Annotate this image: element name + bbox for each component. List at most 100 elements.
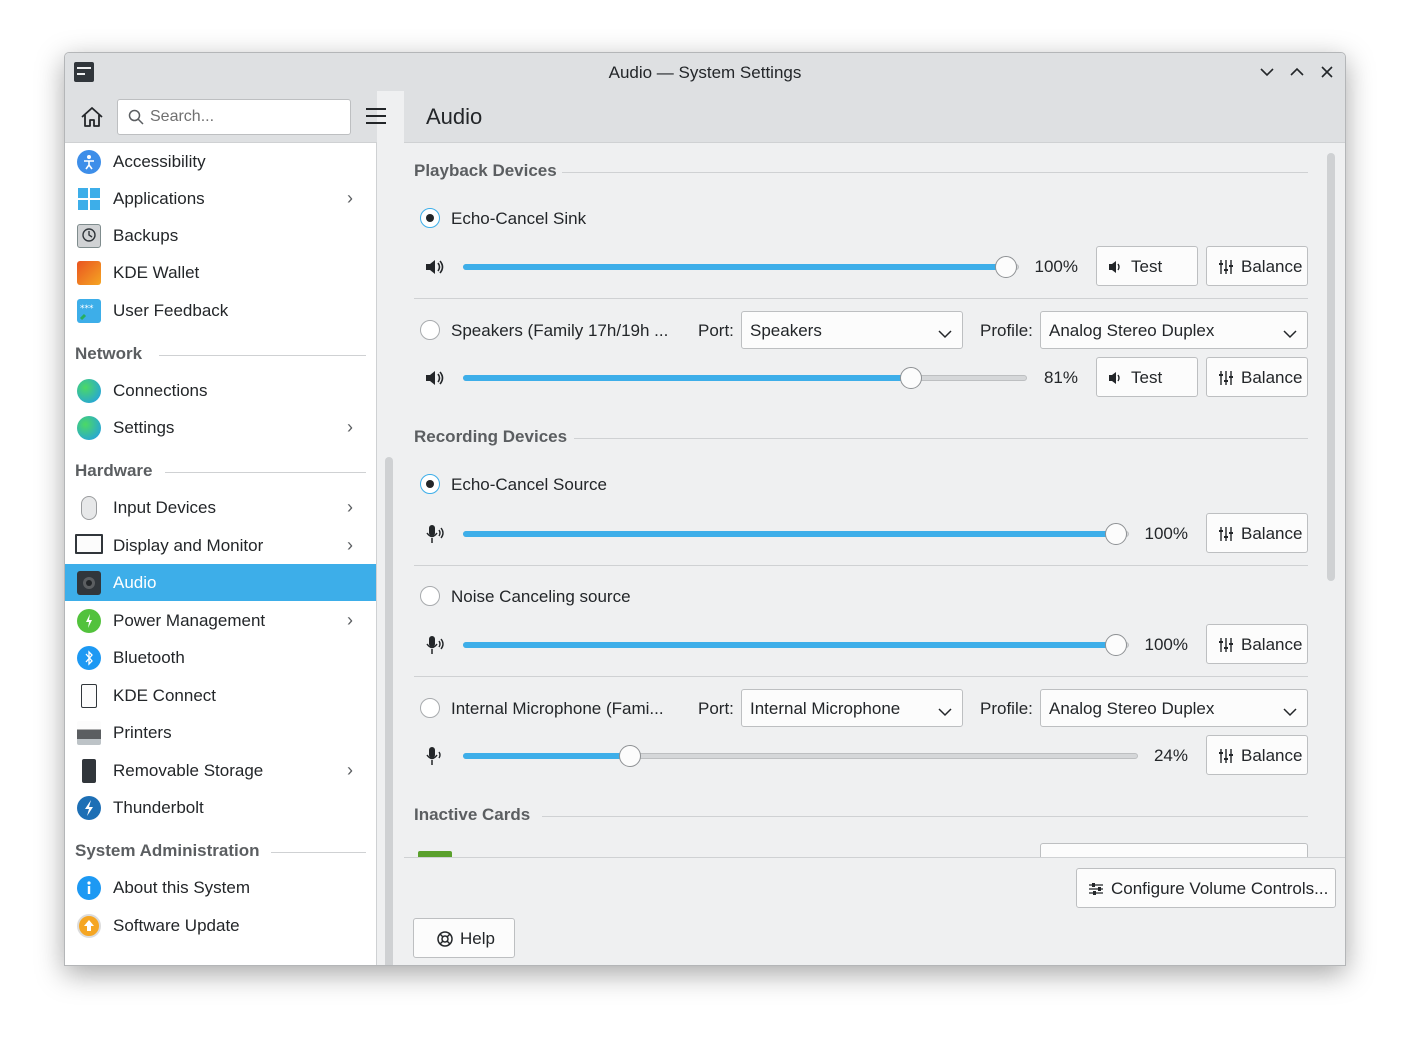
balance-icon bbox=[1217, 747, 1235, 765]
device-radio[interactable] bbox=[420, 698, 440, 718]
category-divider bbox=[159, 355, 366, 356]
configure-icon bbox=[1087, 880, 1105, 898]
category-hardware: Hardware bbox=[75, 461, 153, 480]
sidebar-item-thunderbolt[interactable]: Thunderbolt bbox=[65, 789, 376, 826]
sidebar-item-kde-connect[interactable]: KDE Connect bbox=[65, 677, 376, 714]
balance-icon bbox=[1217, 369, 1235, 387]
sidebar-item-connections[interactable]: Connections bbox=[65, 372, 376, 409]
device-name: Internal Microphone (Fami... bbox=[451, 699, 664, 718]
volume-slider-handle[interactable] bbox=[619, 745, 642, 767]
volume-slider[interactable] bbox=[463, 523, 1129, 545]
hamburger-menu-icon[interactable] bbox=[365, 106, 387, 126]
sidebar-item-label: Connections bbox=[113, 381, 208, 400]
volume-slider[interactable] bbox=[463, 256, 1019, 278]
category-divider bbox=[165, 472, 366, 473]
info-icon bbox=[77, 876, 101, 900]
chevron-right-icon: › bbox=[347, 610, 353, 630]
speaker-icon bbox=[1107, 369, 1125, 387]
sidebar-scrollbar[interactable] bbox=[385, 457, 393, 965]
device-divider bbox=[414, 676, 1308, 677]
close-icon[interactable] bbox=[1315, 60, 1339, 84]
content-scrollbar[interactable] bbox=[1327, 153, 1335, 581]
device-radio[interactable] bbox=[420, 320, 440, 340]
port-select[interactable]: Internal Microphone bbox=[741, 689, 963, 727]
volume-slider[interactable] bbox=[463, 634, 1129, 656]
device-name: Echo-Cancel Sink bbox=[451, 209, 587, 228]
balance-button[interactable]: Balance bbox=[1206, 357, 1308, 397]
microphone-volume-icon[interactable] bbox=[424, 523, 446, 545]
page-title: Audio bbox=[426, 104, 483, 129]
sidebar-item-audio[interactable]: Audio bbox=[65, 564, 376, 601]
sidebar-item-label: About this System bbox=[113, 878, 251, 897]
volume-percent: 100% bbox=[1034, 257, 1078, 276]
balance-button[interactable]: Balance bbox=[1206, 624, 1308, 664]
minimize-icon[interactable] bbox=[1255, 60, 1279, 84]
device-divider bbox=[414, 565, 1308, 566]
phone-icon bbox=[81, 684, 97, 708]
sidebar-item-accessibility[interactable]: Accessibility bbox=[65, 143, 376, 180]
search-field[interactable] bbox=[117, 99, 351, 135]
sidebar-item-applications[interactable]: Applications › bbox=[65, 180, 376, 217]
power-icon bbox=[77, 609, 101, 633]
printer-icon bbox=[77, 721, 101, 745]
volume-slider-handle[interactable] bbox=[995, 256, 1017, 278]
configure-volume-controls-button[interactable]: Configure Volume Controls... bbox=[1076, 868, 1336, 908]
volume-slider-handle[interactable] bbox=[1105, 634, 1127, 656]
sidebar-item-network-settings[interactable]: Settings › bbox=[65, 409, 376, 446]
speaker-volume-icon[interactable] bbox=[424, 367, 446, 389]
balance-button[interactable]: Balance bbox=[1206, 246, 1308, 286]
sidebar-item-removable-storage[interactable]: Removable Storage › bbox=[65, 752, 376, 789]
speaker-volume-icon[interactable] bbox=[424, 256, 446, 278]
section-playback-devices: Playback Devices bbox=[414, 161, 557, 180]
balance-button[interactable]: Balance bbox=[1206, 735, 1308, 775]
balance-button[interactable]: Balance bbox=[1206, 513, 1308, 553]
sidebar-item-power-management[interactable]: Power Management › bbox=[65, 602, 376, 639]
bluetooth-icon bbox=[77, 646, 101, 670]
profile-label: Profile: bbox=[980, 699, 1033, 718]
search-input[interactable] bbox=[150, 106, 340, 128]
footer-bar: Configure Volume Controls... Help bbox=[404, 857, 1345, 965]
port-select[interactable]: Speakers bbox=[741, 311, 963, 349]
sidebar-item-backups[interactable]: Backups bbox=[65, 217, 376, 254]
help-icon bbox=[436, 930, 454, 948]
sidebar-item-software-update[interactable]: Software Update bbox=[65, 907, 376, 944]
microphone-volume-icon[interactable] bbox=[424, 634, 446, 656]
profile-select[interactable]: Analog Stereo Duplex bbox=[1040, 311, 1308, 349]
device-radio[interactable] bbox=[420, 208, 440, 228]
volume-slider-handle[interactable] bbox=[1105, 523, 1127, 545]
profile-label: Profile: bbox=[980, 321, 1033, 340]
card-profile-select[interactable] bbox=[1040, 843, 1308, 857]
speaker-icon bbox=[77, 571, 101, 595]
category-system-administration: System Administration bbox=[75, 841, 260, 860]
sidebar-item-input-devices[interactable]: Input Devices › bbox=[65, 489, 376, 526]
microphone-volume-icon[interactable] bbox=[424, 745, 446, 767]
volume-slider-handle[interactable] bbox=[900, 367, 923, 389]
category-network: Network bbox=[75, 344, 143, 363]
volume-slider[interactable] bbox=[463, 745, 1138, 767]
sidebar-item-kde-wallet[interactable]: KDE Wallet bbox=[65, 254, 376, 291]
device-radio[interactable] bbox=[420, 586, 440, 606]
device-radio[interactable] bbox=[420, 474, 440, 494]
sidebar-item-label: Thunderbolt bbox=[113, 798, 204, 817]
balance-label: Balance bbox=[1241, 635, 1303, 654]
accessibility-icon bbox=[77, 150, 101, 174]
sidebar-item-display-monitor[interactable]: Display and Monitor › bbox=[65, 527, 376, 564]
port-value: Internal Microphone bbox=[750, 699, 901, 718]
home-icon[interactable] bbox=[79, 104, 105, 130]
sidebar-item-about-system[interactable]: About this System bbox=[65, 869, 376, 906]
sidebar-item-printers[interactable]: Printers bbox=[65, 714, 376, 751]
help-label: Help bbox=[460, 929, 495, 948]
sidebar-item-bluetooth[interactable]: Bluetooth bbox=[65, 639, 376, 676]
section-divider bbox=[542, 816, 1308, 817]
test-button[interactable]: Test bbox=[1096, 246, 1198, 286]
test-button[interactable]: Test bbox=[1096, 357, 1198, 397]
profile-select[interactable]: Analog Stereo Duplex bbox=[1040, 689, 1308, 727]
maximize-icon[interactable] bbox=[1285, 60, 1309, 84]
balance-label: Balance bbox=[1241, 368, 1303, 387]
volume-slider[interactable] bbox=[463, 367, 1027, 389]
balance-icon bbox=[1217, 258, 1235, 276]
help-button[interactable]: Help bbox=[413, 918, 515, 958]
sidebar-item-label: Printers bbox=[113, 723, 172, 742]
balance-label: Balance bbox=[1241, 746, 1303, 765]
sidebar-item-user-feedback[interactable]: *** User Feedback bbox=[65, 292, 376, 329]
